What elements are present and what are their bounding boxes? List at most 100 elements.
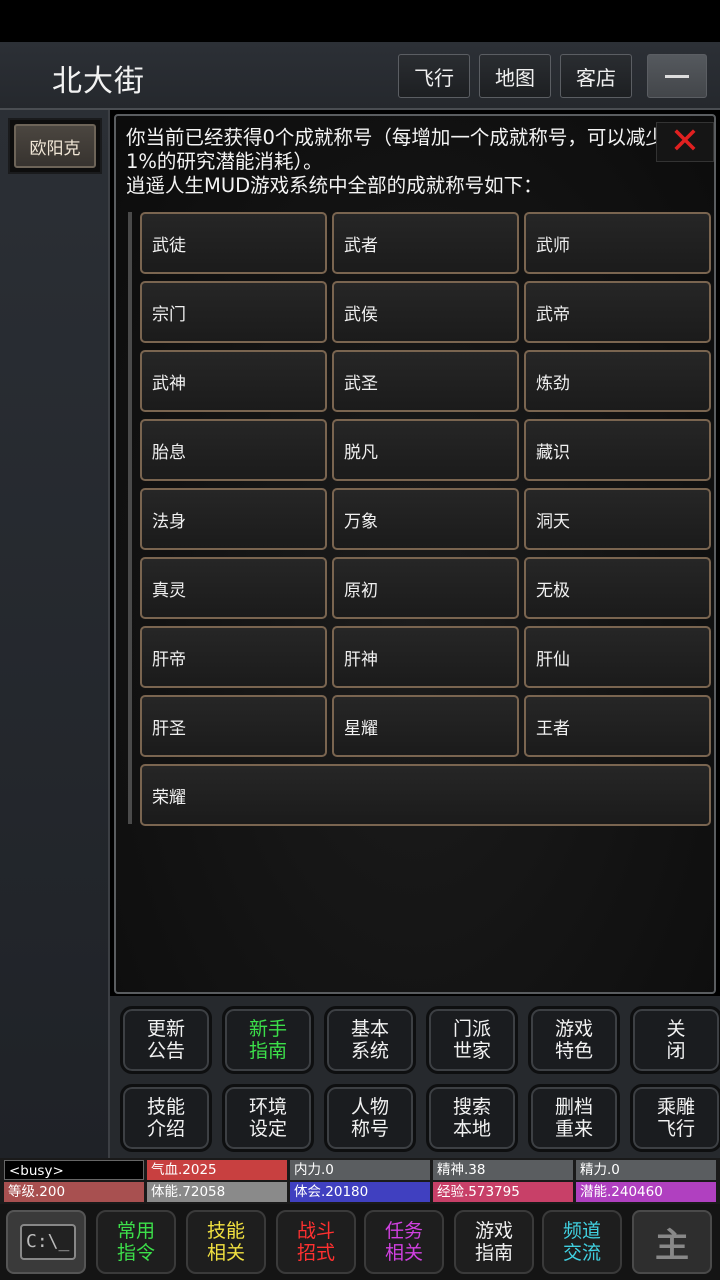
stat-bar: 精神.38 <box>433 1160 573 1180</box>
command-label-line: 基本 <box>350 1018 389 1040</box>
title-tile[interactable]: 法身 <box>140 488 327 550</box>
toolbar-label-line: 游戏 <box>474 1220 513 1242</box>
command-label-line: 飞行 <box>656 1118 695 1140</box>
title-tile[interactable]: 炼劲 <box>524 350 711 412</box>
command-label: 技能 介绍 <box>147 1096 185 1140</box>
status-bar: <busy> 气血.2025 内力.0 精神.38 精力.0 等级.200 体能.72058… <box>0 1158 720 1204</box>
command-label-line: 环境 <box>248 1096 287 1118</box>
toolbar-label: 任务 相关 <box>385 1220 423 1264</box>
toolbar-button[interactable]: 技能 相关 <box>186 1210 266 1274</box>
title-tile[interactable]: 肝仙 <box>524 626 711 688</box>
map-button[interactable]: 地图 <box>479 54 551 98</box>
title-tile[interactable]: 原初 <box>332 557 519 619</box>
title-tile[interactable]: 脱凡 <box>332 419 519 481</box>
intro-text: 你当前已经获得0个成就称号（每增加一个成就称号，可以减少1%的研究潜能消耗）。 … <box>126 126 686 198</box>
title-tile[interactable]: 武者 <box>332 212 519 274</box>
command-button[interactable]: 基本 系统 <box>324 1006 416 1074</box>
command-label: 新手 指南 <box>249 1018 287 1062</box>
toolbar-label: 战斗 招式 <box>297 1220 335 1264</box>
title-tile[interactable]: 星耀 <box>332 695 519 757</box>
command-label-line: 门派 <box>452 1018 491 1040</box>
command-label-line: 技能 <box>146 1096 185 1118</box>
toolbar-button[interactable]: 游戏 指南 <box>454 1210 534 1274</box>
stat-bar: 精力.0 <box>576 1160 716 1180</box>
command-button[interactable]: 乘雕 飞行 <box>630 1084 720 1152</box>
command-button[interactable]: 新手 指南 <box>222 1006 314 1074</box>
title-tile[interactable]: 肝帝 <box>140 626 327 688</box>
console-button[interactable]: C:\_ <box>6 1210 86 1274</box>
command-label: 删档 重来 <box>555 1096 593 1140</box>
toolbar-label-line: 招式 <box>296 1242 335 1264</box>
command-label: 搜索 本地 <box>453 1096 491 1140</box>
command-label: 人物 称号 <box>351 1096 389 1140</box>
toolbar-label-line: 相关 <box>384 1242 423 1264</box>
title-tile[interactable]: 万象 <box>332 488 519 550</box>
title-tile[interactable]: 肝神 <box>332 626 519 688</box>
command-label-line: 关 <box>666 1018 686 1040</box>
command-button[interactable]: 关闭 <box>630 1006 720 1074</box>
title-tile[interactable]: 武神 <box>140 350 327 412</box>
command-button[interactable]: 游戏 特色 <box>528 1006 620 1074</box>
menu-button[interactable] <box>647 54 707 98</box>
command-button[interactable]: 删档 重来 <box>528 1084 620 1152</box>
close-icon: ✕ <box>669 121 701 162</box>
title-tile[interactable]: 王者 <box>524 695 711 757</box>
stat-bar: 等级.200 <box>4 1182 144 1202</box>
command-label-line: 介绍 <box>146 1118 185 1140</box>
command-label-line: 本地 <box>452 1118 491 1140</box>
stat-bar: 内力.0 <box>290 1160 430 1180</box>
command-label: 游戏 特色 <box>555 1018 593 1062</box>
title-tile[interactable]: 武帝 <box>524 281 711 343</box>
toolbar-label-line: 指南 <box>474 1242 513 1264</box>
inn-button[interactable]: 客店 <box>560 54 632 98</box>
intro-line-1: 你当前已经获得0个成就称号（每增加一个成就称号，可以减少1%的研究潜能消耗）。 <box>126 126 665 173</box>
title-tile[interactable]: 肝圣 <box>140 695 327 757</box>
title-tile[interactable]: 无极 <box>524 557 711 619</box>
command-button[interactable]: 技能 介绍 <box>120 1084 212 1152</box>
main-menu-button[interactable]: 主 <box>632 1210 712 1274</box>
npc-button[interactable]: 欧阳克 <box>8 118 102 174</box>
command-label-line: 称号 <box>350 1118 389 1140</box>
menu-icon <box>665 74 689 78</box>
command-button[interactable]: 人物 称号 <box>324 1084 416 1152</box>
console-icon: C:\_ <box>20 1224 76 1260</box>
npc-label: 欧阳克 <box>14 124 96 168</box>
stat-bar: <busy> <box>4 1160 144 1180</box>
achievement-panel: 你当前已经获得0个成就称号（每增加一个成就称号，可以减少1%的研究潜能消耗）。 … <box>114 114 716 994</box>
command-button[interactable]: 门派 世家 <box>426 1006 518 1074</box>
title-tile[interactable]: 藏识 <box>524 419 711 481</box>
title-tile[interactable]: 洞天 <box>524 488 711 550</box>
command-button[interactable]: 搜索 本地 <box>426 1084 518 1152</box>
toolbar-label-line: 任务 <box>384 1220 423 1242</box>
fly-button[interactable]: 飞行 <box>398 54 470 98</box>
title-tile[interactable]: 真灵 <box>140 557 327 619</box>
toolbar-button[interactable]: 常用 指令 <box>96 1210 176 1274</box>
command-label-line: 指南 <box>248 1040 287 1062</box>
toolbar-button[interactable]: 战斗 招式 <box>276 1210 356 1274</box>
title-tile[interactable]: 武侯 <box>332 281 519 343</box>
close-button[interactable]: ✕ <box>656 122 714 162</box>
toolbar-label-line: 指令 <box>116 1242 155 1264</box>
title-tile[interactable]: 荣耀 <box>140 764 711 826</box>
stat-bar: 气血.2025 <box>147 1160 287 1180</box>
toolbar-label: 技能 相关 <box>207 1220 245 1264</box>
status-bar-top <box>0 0 720 42</box>
toolbar-button[interactable]: 任务 相关 <box>364 1210 444 1274</box>
toolbar-button[interactable]: 频道 交流 <box>542 1210 622 1274</box>
title-tile[interactable]: 宗门 <box>140 281 327 343</box>
title-tile[interactable]: 武徒 <box>140 212 327 274</box>
command-label-line: 重来 <box>554 1118 593 1140</box>
command-button[interactable]: 环境 设定 <box>222 1084 314 1152</box>
title-grid: 武徒 武者 武师宗门 武侯 武帝武神 武圣 炼劲胎息 脱凡 藏识法身 万象 洞天真灵 原初 无极肝帝 肝神… <box>128 212 711 826</box>
command-label-line: 删档 <box>554 1096 593 1118</box>
command-label: 关闭 <box>666 1018 685 1062</box>
command-label: 门派 世家 <box>453 1018 491 1062</box>
stat-bar: 体能.72058 <box>147 1182 287 1202</box>
command-button[interactable]: 更新 公告 <box>120 1006 212 1074</box>
command-label-line: 特色 <box>554 1040 593 1062</box>
command-label-line: 乘雕 <box>656 1096 695 1118</box>
command-label-line: 搜索 <box>452 1096 491 1118</box>
title-tile[interactable]: 武师 <box>524 212 711 274</box>
title-tile[interactable]: 胎息 <box>140 419 327 481</box>
title-tile[interactable]: 武圣 <box>332 350 519 412</box>
